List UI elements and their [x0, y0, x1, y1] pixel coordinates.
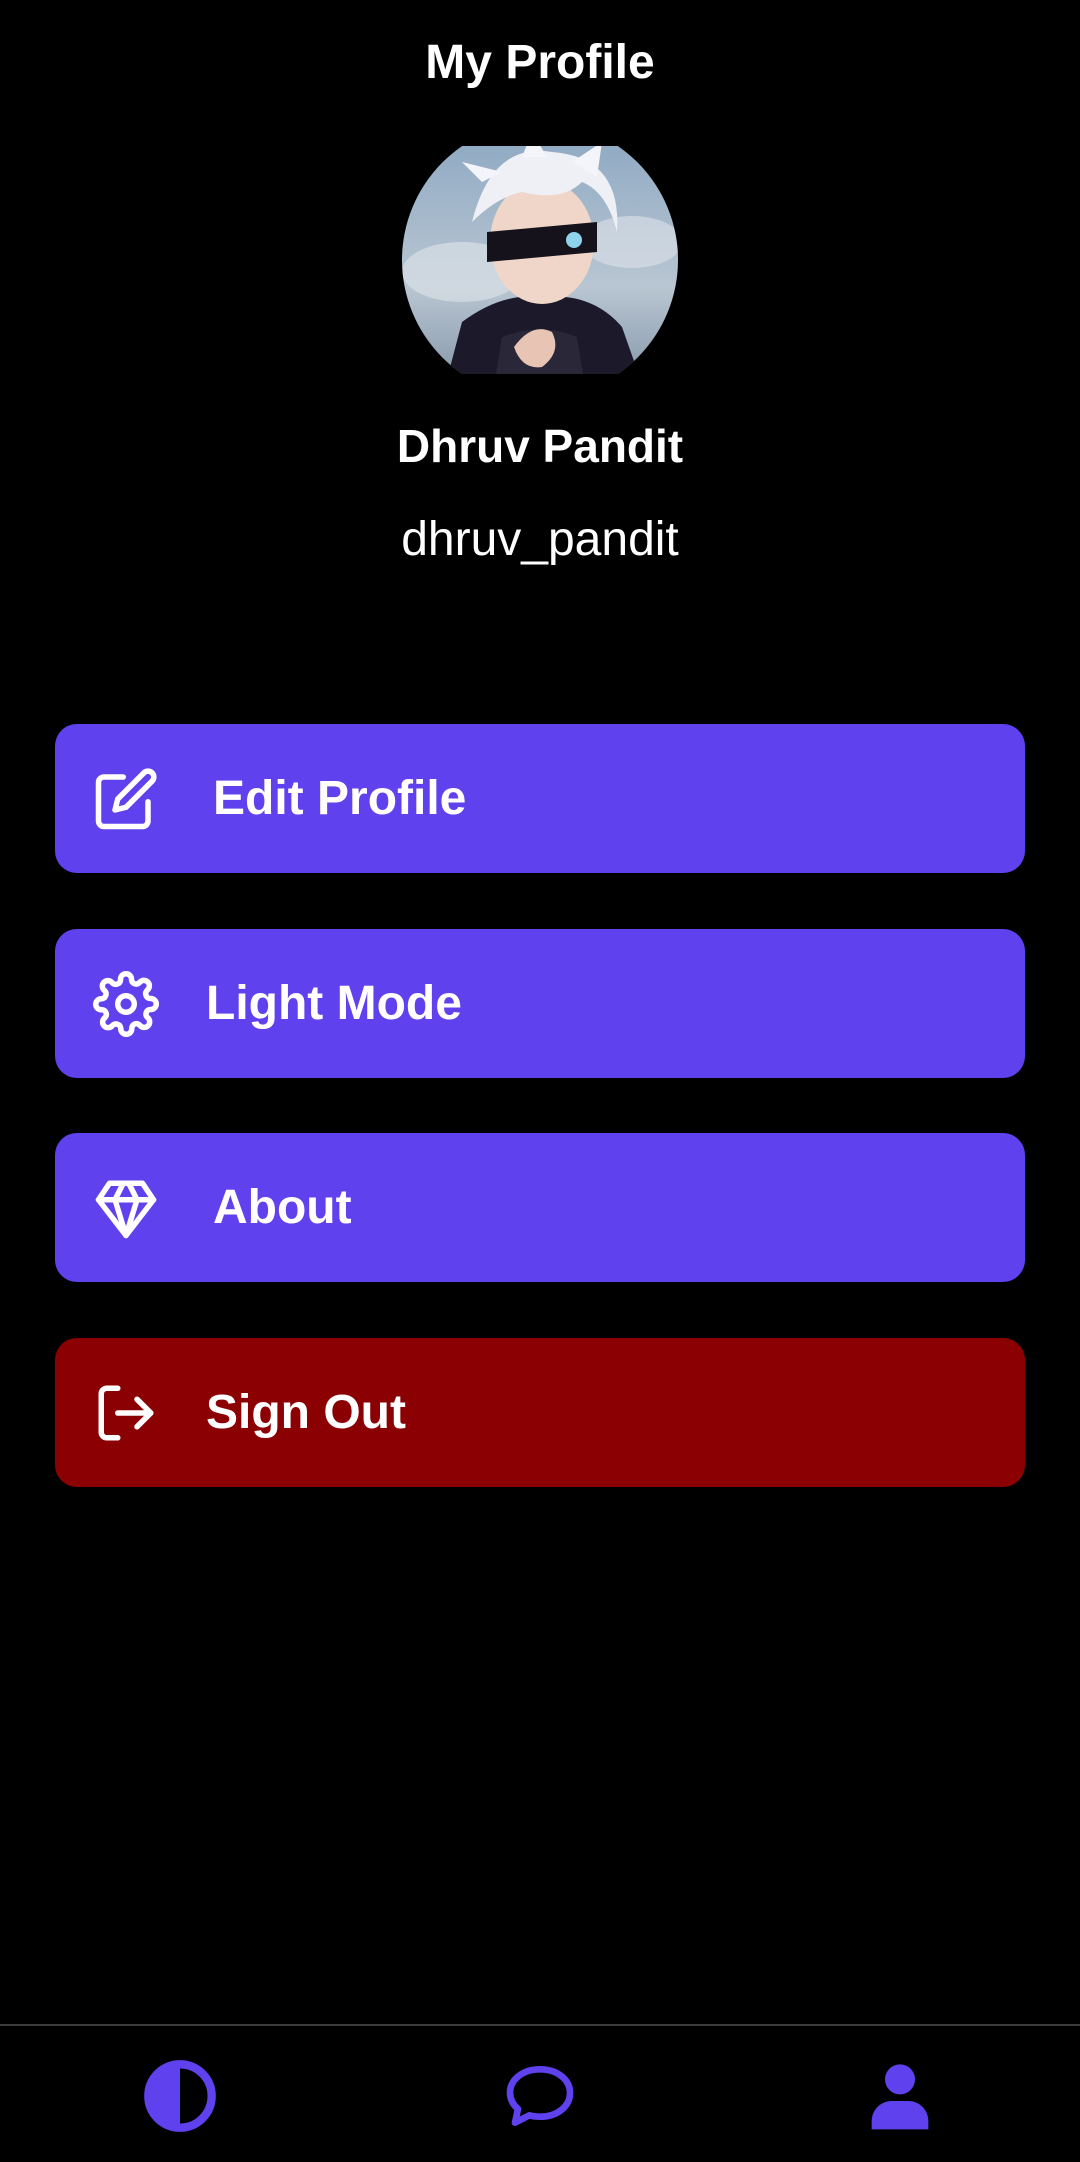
theme-contrast-icon[interactable]	[140, 2056, 220, 2136]
avatar-image	[402, 146, 678, 374]
edit-icon	[93, 766, 159, 832]
about-label: About	[213, 1181, 352, 1234]
about-button[interactable]: About	[55, 1133, 1025, 1282]
light-mode-button[interactable]: Light Mode	[55, 929, 1025, 1078]
page-title: My Profile	[425, 36, 655, 89]
light-mode-label: Light Mode	[206, 977, 462, 1030]
sign-out-button[interactable]: Sign Out	[55, 1338, 1025, 1487]
username: dhruv_pandit	[401, 513, 679, 566]
edit-profile-label: Edit Profile	[213, 772, 467, 825]
display-name: Dhruv Pandit	[396, 420, 684, 472]
bottom-navigation	[0, 2024, 1080, 2162]
diamond-icon	[93, 1175, 159, 1241]
sign-out-label: Sign Out	[206, 1386, 406, 1439]
edit-profile-button[interactable]: Edit Profile	[55, 724, 1025, 873]
gear-icon	[93, 971, 159, 1037]
logout-icon	[93, 1380, 159, 1446]
user-profile-icon[interactable]	[860, 2056, 940, 2136]
avatar[interactable]	[402, 146, 678, 374]
chat-bubble-icon[interactable]	[500, 2056, 580, 2136]
